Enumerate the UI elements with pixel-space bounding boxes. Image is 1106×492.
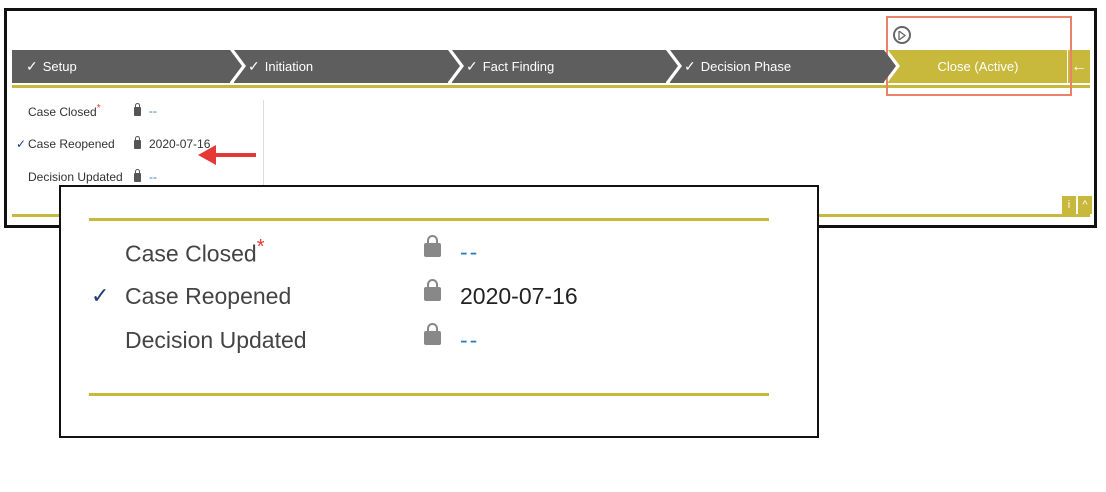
field-value: 2020-07-16	[460, 282, 578, 309]
stage-label: Decision Phase	[700, 59, 792, 74]
lock-icon	[134, 136, 141, 149]
field-label: Case Closed*	[28, 103, 101, 119]
field-value: --	[149, 170, 157, 184]
inset-top-line	[89, 218, 769, 221]
field-label: Case Closed*	[125, 236, 265, 267]
stage-fact-finding[interactable]: ✓ Fact Finding	[452, 50, 682, 83]
lock-icon	[134, 169, 141, 182]
field-label: Decision Updated	[125, 326, 307, 353]
inset-bottom-line	[89, 393, 769, 396]
check-icon: ✓	[26, 58, 38, 74]
check-icon: ✓	[16, 137, 27, 151]
stage-label: Setup	[42, 59, 77, 74]
stage-label: Initiation	[264, 59, 314, 74]
stage-label: Fact Finding	[482, 59, 555, 74]
info-button[interactable]: i	[1062, 196, 1076, 214]
required-marker: *	[96, 103, 101, 114]
check-icon: ✓	[684, 58, 696, 74]
info-controls: i ^	[1062, 196, 1092, 214]
field-value: --	[149, 104, 157, 118]
check-icon: ✓	[248, 58, 260, 74]
zoom-inset: Case Closed* -- ✓ Case Reopened 2020-07-…	[59, 185, 819, 438]
field-value: --	[460, 326, 480, 353]
stage-decision-phase[interactable]: ✓ Decision Phase	[670, 50, 900, 83]
field-value: --	[460, 238, 480, 265]
field-decision-updated: Decision Updated --	[16, 168, 256, 186]
field-case-closed: Case Closed* --	[16, 102, 256, 120]
column-divider	[263, 100, 264, 185]
collapse-icon[interactable]: ^	[1078, 196, 1092, 214]
inset-field-case-reopened: ✓ Case Reopened 2020-07-16	[61, 279, 761, 313]
lock-icon	[134, 103, 141, 116]
inset-field-case-closed: Case Closed* --	[61, 235, 761, 269]
stage-setup[interactable]: ✓ Setup	[12, 50, 246, 83]
lock-icon	[424, 323, 441, 345]
check-icon: ✓	[91, 283, 110, 308]
field-label: Case Reopened	[125, 282, 292, 309]
lock-icon	[424, 279, 441, 301]
check-icon: ✓	[466, 58, 478, 74]
red-arrow-icon	[198, 145, 256, 165]
inset-field-decision-updated: Decision Updated --	[61, 323, 761, 357]
field-label: Decision Updated	[28, 170, 123, 184]
stage-initiation[interactable]: ✓ Initiation	[234, 50, 464, 83]
play-icon[interactable]	[893, 26, 911, 44]
required-marker: *	[256, 236, 265, 259]
field-label: Case Reopened	[28, 137, 115, 151]
lock-icon	[424, 235, 441, 257]
highlight-rectangle	[886, 16, 1072, 96]
